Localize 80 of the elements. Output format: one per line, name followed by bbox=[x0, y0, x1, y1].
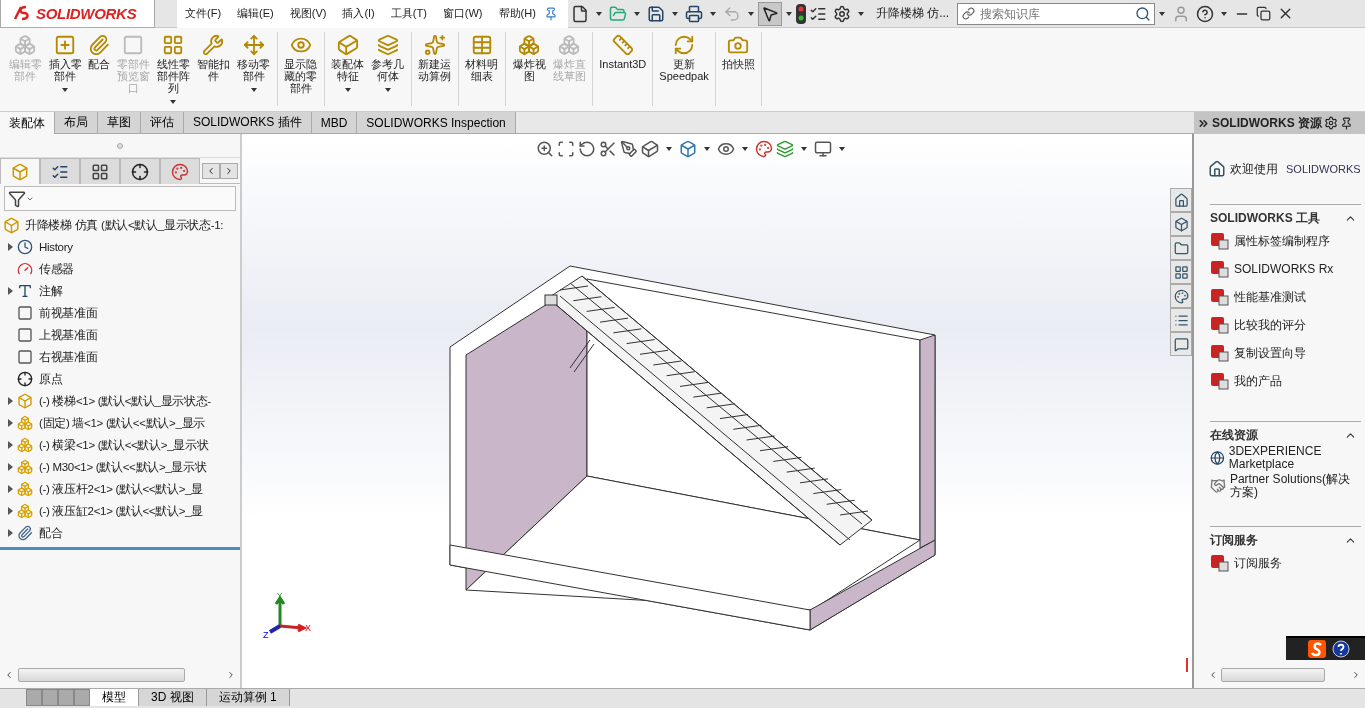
section-header[interactable]: 在线资源 bbox=[1210, 427, 1361, 444]
tree-item[interactable]: 前视基准面 bbox=[0, 302, 240, 324]
ribbon-button[interactable]: 爆炸视图 bbox=[509, 32, 550, 106]
tree-item-label: 原点 bbox=[39, 371, 63, 387]
menu-item[interactable]: 视图(V) bbox=[281, 6, 335, 21]
section-header[interactable]: 订阅服务 bbox=[1210, 532, 1361, 549]
tree-item-label: 配合 bbox=[39, 525, 63, 541]
tab[interactable]: 布局 bbox=[55, 112, 98, 133]
bottom-tab[interactable]: 3D 视图 bbox=[139, 689, 207, 706]
welcome-text: 欢迎使用 bbox=[1230, 160, 1278, 178]
tree-item-label: 上视基准面 bbox=[39, 327, 98, 343]
bottom-tab[interactable]: 模型 bbox=[90, 689, 139, 706]
tree-item-label: (-) 液压缸2<1> (默认<<默认>_显 bbox=[39, 503, 203, 519]
tree-item[interactable]: 升降楼梯 仿真 (默认<默认_显示状态-1: bbox=[0, 214, 240, 236]
tree-item[interactable]: (-) 横梁<1> (默认<<默认>_显示状 bbox=[0, 434, 240, 456]
tree-item-label: (-) 液压杆2<1> (默认<<默认>_显 bbox=[39, 481, 203, 497]
ribbon-button[interactable]: 插入零部件 bbox=[45, 32, 86, 106]
tree-item-label: (-) 横梁<1> (默认<<默认>_显示状 bbox=[39, 437, 209, 453]
ribbon-button[interactable]: 装配体特征 bbox=[327, 32, 368, 106]
ribbon-button[interactable]: 移动零部件 bbox=[233, 32, 274, 106]
tree-item-label: (-) M30<1> (默认<<默认>_显示状 bbox=[39, 459, 207, 475]
brand-text: SOLIDWORKS bbox=[1286, 163, 1361, 175]
tree-item-label: 前视基准面 bbox=[39, 305, 98, 321]
tab[interactable]: MBD bbox=[311, 112, 358, 133]
resource-link[interactable]: 属性标签编制程序 bbox=[1210, 227, 1361, 255]
search-field[interactable]: 搜索知识库 bbox=[957, 2, 1156, 25]
tree-item[interactable]: (-) 楼梯<1> (默认<默认_显示状态- bbox=[0, 390, 240, 412]
tree-item[interactable]: (-) 液压缸2<1> (默认<<默认>_显 bbox=[0, 500, 240, 522]
tree-item-label: 传感器 bbox=[39, 261, 75, 277]
section-header[interactable]: SOLIDWORKS 工具 bbox=[1210, 210, 1361, 227]
tree-item[interactable]: 右视基准面 bbox=[0, 346, 240, 368]
menu-item[interactable]: 插入(I) bbox=[334, 6, 383, 21]
tree-item[interactable]: 配合 bbox=[0, 522, 240, 544]
resource-link[interactable]: 订阅服务 bbox=[1210, 549, 1361, 577]
menu-item[interactable]: 编辑(E) bbox=[229, 6, 282, 21]
resource-link[interactable]: 比较我的评分 bbox=[1210, 311, 1361, 339]
tree-item[interactable]: (固定) 墙<1> (默认<<默认>_显示 bbox=[0, 412, 240, 434]
tree-item[interactable]: History bbox=[0, 236, 240, 258]
menu-item[interactable]: 工具(T) bbox=[382, 6, 435, 21]
menu-item[interactable]: 窗口(W) bbox=[434, 6, 491, 21]
document-title: 升降楼梯 仿... bbox=[875, 5, 950, 22]
resource-link[interactable]: Partner Solutions(解决方案) bbox=[1210, 472, 1361, 500]
bottom-tab[interactable]: 运动算例 1 bbox=[206, 689, 290, 706]
tree-item[interactable]: (-) 液压杆2<1> (默认<<默认>_显 bbox=[0, 478, 240, 500]
tab[interactable]: 草图 bbox=[98, 112, 141, 133]
ribbon-button[interactable]: 更新 Speedpak bbox=[656, 32, 712, 106]
resource-link[interactable]: 复制设置向导 bbox=[1210, 339, 1361, 367]
tab[interactable]: SOLIDWORKS 插件 bbox=[184, 112, 312, 133]
tree-item[interactable]: 传感器 bbox=[0, 258, 240, 280]
ribbon-button[interactable]: 拍快照 bbox=[718, 32, 758, 106]
tree-item[interactable]: 注解 bbox=[0, 280, 240, 302]
ribbon-button[interactable]: 智能扣件 bbox=[193, 32, 234, 106]
tab[interactable]: SOLIDWORKS Inspection bbox=[357, 112, 516, 133]
ribbon-button[interactable]: Instant3D bbox=[596, 32, 650, 106]
ribbon-button[interactable]: 材料明细表 bbox=[461, 32, 503, 106]
tree-item-label: 右视基准面 bbox=[39, 349, 98, 365]
tree-item-label: 注解 bbox=[39, 283, 63, 299]
menu-item[interactable]: 文件(F) bbox=[177, 6, 230, 21]
resource-link[interactable]: 我的产品 bbox=[1210, 367, 1361, 395]
taskpane-title: SOLIDWORKS 资源 bbox=[1212, 114, 1322, 132]
ribbon-button[interactable]: 显示隐藏的零部件 bbox=[280, 32, 321, 106]
ribbon-button[interactable]: 新建运动算例 bbox=[414, 32, 455, 106]
tab[interactable]: 装配体 bbox=[0, 112, 55, 134]
tree-item[interactable]: 原点 bbox=[0, 368, 240, 390]
ribbon-button[interactable]: 配合 bbox=[85, 32, 114, 106]
welcome-link[interactable]: 欢迎使用 SOLIDWORKS bbox=[1208, 160, 1365, 178]
tab[interactable]: 评估 bbox=[141, 112, 184, 133]
tree-item-label: (-) 楼梯<1> (默认<默认_显示状态- bbox=[39, 393, 211, 409]
resource-link[interactable]: 性能基准测试 bbox=[1210, 283, 1361, 311]
tree-item-label: 升降楼梯 仿真 (默认<默认_显示状态-1: bbox=[25, 217, 224, 233]
resource-link[interactable]: 3DEXPERIENCE Marketplace bbox=[1210, 444, 1361, 472]
menu-item[interactable]: 帮助(H) bbox=[490, 6, 544, 21]
tree-item[interactable]: (-) M30<1> (默认<<默认>_显示状 bbox=[0, 456, 240, 478]
resource-link[interactable]: SOLIDWORKS Rx bbox=[1210, 255, 1361, 283]
tree-item-label: History bbox=[39, 241, 73, 253]
tree-item-label: (固定) 墙<1> (默认<<默认>_显示 bbox=[39, 415, 205, 431]
tree-item[interactable]: 上视基准面 bbox=[0, 324, 240, 346]
ribbon-button[interactable]: 线性零部件阵列 bbox=[153, 32, 194, 106]
ribbon-button[interactable]: 参考几何体 bbox=[367, 32, 408, 106]
logo-text: SOLIDWORKS bbox=[36, 4, 137, 22]
